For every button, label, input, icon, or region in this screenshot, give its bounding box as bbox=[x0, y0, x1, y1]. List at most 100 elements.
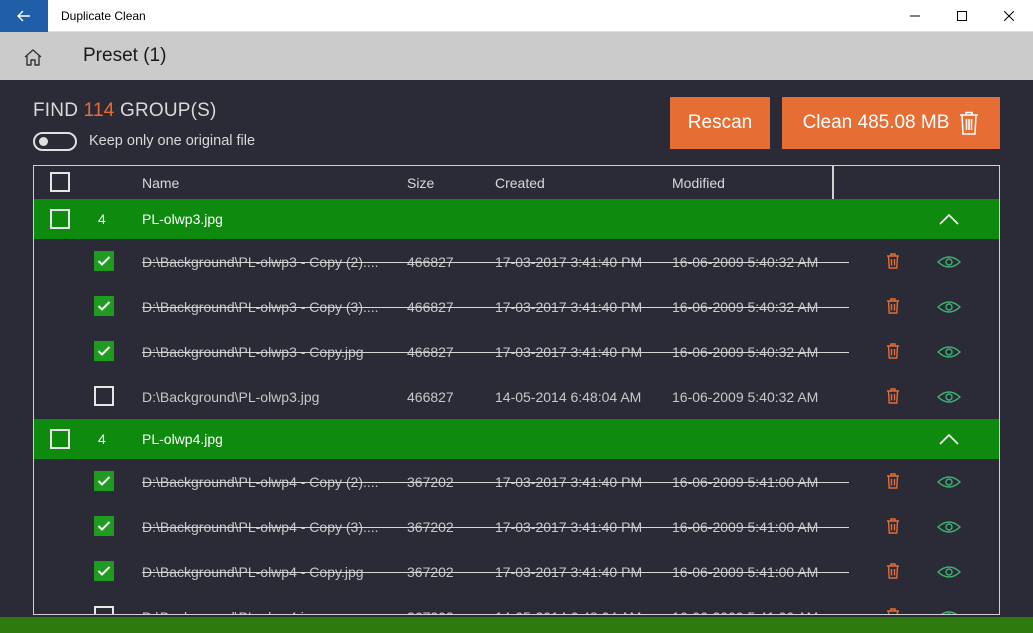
preview-file-button[interactable] bbox=[936, 300, 962, 319]
groups-found-label: FIND 114 GROUP(S) bbox=[33, 100, 217, 122]
trash-icon bbox=[887, 608, 899, 614]
rescan-label: Rescan bbox=[687, 112, 753, 133]
preview-file-button[interactable] bbox=[936, 345, 962, 364]
checkmark-icon bbox=[97, 346, 111, 356]
file-row[interactable]: D:\Background\PL-olwp4.jpg 367202 14-05-20… bbox=[34, 594, 999, 614]
nav-bar: Preset (1) bbox=[0, 32, 1033, 80]
file-row[interactable]: D:\Background\PL-olwp4 - Copy (3).... 367… bbox=[34, 504, 999, 549]
group-name: PL-olwp4.jpg bbox=[142, 431, 223, 447]
collapse-group-button[interactable] bbox=[939, 212, 959, 230]
column-header-created[interactable]: Created bbox=[495, 175, 545, 191]
preview-file-button[interactable] bbox=[936, 475, 962, 494]
file-row[interactable]: D:\Background\PL-olwp3 - Copy (2).... 466… bbox=[34, 239, 999, 284]
home-icon bbox=[24, 49, 42, 66]
find-suffix: GROUP(S) bbox=[114, 100, 217, 121]
file-row[interactable]: D:\Background\PL-olwp3 - Copy (3).... 466… bbox=[34, 284, 999, 329]
delete-file-button[interactable] bbox=[886, 388, 900, 409]
select-all-checkbox[interactable] bbox=[50, 172, 70, 192]
scrollbar-track[interactable] bbox=[1020, 80, 1033, 617]
maximize-button[interactable] bbox=[939, 0, 985, 32]
trash-icon bbox=[887, 298, 899, 314]
checkmark-icon bbox=[97, 476, 111, 486]
close-button[interactable] bbox=[986, 0, 1032, 32]
eye-icon bbox=[936, 301, 962, 313]
file-row[interactable]: D:\Background\PL-olwp4 - Copy.jpg 367202 1… bbox=[34, 549, 999, 594]
strikethrough-line bbox=[142, 572, 849, 573]
chevron-up-icon bbox=[939, 433, 959, 445]
file-path: D:\Background\PL-olwp3.jpg bbox=[142, 389, 320, 405]
delete-file-button[interactable] bbox=[886, 298, 900, 319]
column-divider[interactable] bbox=[832, 166, 834, 199]
trash-icon bbox=[887, 343, 899, 359]
group-name: PL-olwp3.jpg bbox=[142, 211, 223, 227]
file-checkbox[interactable] bbox=[94, 386, 114, 406]
file-checkbox[interactable] bbox=[94, 561, 114, 581]
page-title: Preset (1) bbox=[83, 45, 167, 66]
column-header-modified[interactable]: Modified bbox=[672, 175, 725, 191]
group-file-count: 4 bbox=[98, 211, 106, 227]
title-bar: Duplicate Clean bbox=[0, 0, 1033, 32]
file-created: 14-05-2014 6:48:04 AM bbox=[495, 609, 641, 614]
minimize-button[interactable] bbox=[892, 0, 938, 32]
group-row[interactable]: 4 PL-olwp3.jpg bbox=[34, 199, 999, 239]
delete-file-button[interactable] bbox=[886, 608, 900, 614]
file-created: 14-05-2014 6:48:04 AM bbox=[495, 389, 642, 405]
file-row[interactable]: D:\Background\PL-olwp3.jpg 466827 14-05-20… bbox=[34, 374, 999, 419]
checkmark-icon bbox=[97, 256, 111, 266]
keep-original-toggle[interactable] bbox=[33, 132, 77, 151]
group-checkbox[interactable] bbox=[50, 209, 70, 229]
delete-file-button[interactable] bbox=[886, 253, 900, 274]
delete-file-button[interactable] bbox=[886, 518, 900, 539]
delete-file-button[interactable] bbox=[886, 343, 900, 364]
file-checkbox[interactable] bbox=[94, 516, 114, 536]
group-row[interactable]: 4 PL-olwp4.jpg bbox=[34, 419, 999, 459]
file-checkbox[interactable] bbox=[94, 471, 114, 491]
delete-file-button[interactable] bbox=[886, 563, 900, 584]
group-checkbox[interactable] bbox=[50, 429, 70, 449]
strikethrough-line bbox=[142, 482, 849, 483]
clean-button[interactable]: Clean 485.08 MB bbox=[782, 97, 1000, 149]
preview-file-button[interactable] bbox=[937, 610, 961, 614]
eye-icon bbox=[936, 476, 962, 488]
column-header-size[interactable]: Size bbox=[407, 175, 434, 191]
status-bar bbox=[0, 617, 1033, 633]
home-button[interactable] bbox=[14, 44, 52, 70]
eye-icon bbox=[936, 391, 962, 403]
trash-icon bbox=[887, 388, 899, 404]
file-size: 367202 bbox=[407, 609, 454, 614]
preview-file-button[interactable] bbox=[936, 520, 962, 539]
back-button[interactable] bbox=[0, 0, 48, 32]
eye-icon bbox=[936, 566, 962, 578]
file-checkbox[interactable] bbox=[94, 296, 114, 316]
strikethrough-line bbox=[142, 352, 849, 353]
strikethrough-line bbox=[142, 307, 849, 308]
file-modified: 16-06-2009 5:40:32 AM bbox=[672, 389, 819, 405]
file-modified: 16-06-2009 5:41:00 AM bbox=[672, 609, 818, 614]
rescan-button[interactable]: Rescan bbox=[670, 97, 770, 149]
close-icon bbox=[1004, 11, 1014, 21]
toggle-knob bbox=[39, 137, 48, 146]
trash-icon bbox=[960, 111, 979, 135]
preview-file-button[interactable] bbox=[936, 565, 962, 584]
preview-file-button[interactable] bbox=[936, 255, 962, 274]
keep-original-label: Keep only one original file bbox=[89, 133, 256, 149]
trash-icon bbox=[887, 563, 899, 579]
file-checkbox[interactable] bbox=[94, 606, 114, 614]
trash-icon bbox=[887, 518, 899, 534]
file-path: D:\Background\PL-olwp4.jpg bbox=[142, 609, 319, 614]
delete-file-button[interactable] bbox=[886, 473, 900, 494]
preview-file-button[interactable] bbox=[936, 390, 962, 409]
group-file-count: 4 bbox=[98, 431, 106, 447]
eye-icon bbox=[936, 521, 962, 533]
file-row[interactable]: D:\Background\PL-olwp3 - Copy.jpg 466827 1… bbox=[34, 329, 999, 374]
checkmark-icon bbox=[97, 521, 111, 531]
trash-icon bbox=[887, 473, 899, 489]
clean-label: Clean 485.08 MB bbox=[802, 112, 950, 133]
table-header: Name Size Created Modified bbox=[34, 166, 999, 199]
file-checkbox[interactable] bbox=[94, 251, 114, 271]
collapse-group-button[interactable] bbox=[939, 432, 959, 450]
column-header-name[interactable]: Name bbox=[142, 175, 179, 191]
file-checkbox[interactable] bbox=[94, 341, 114, 361]
file-row[interactable]: D:\Background\PL-olwp4 - Copy (2).... 367… bbox=[34, 459, 999, 504]
file-size: 466827 bbox=[407, 389, 454, 405]
